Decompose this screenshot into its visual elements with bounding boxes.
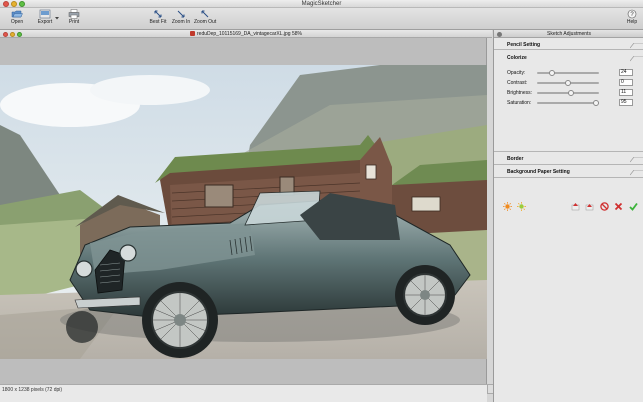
panel-title: Sketch Adjustments	[547, 31, 591, 37]
help-icon: ?	[627, 9, 637, 19]
zoom-in-button[interactable]: Zoom In	[171, 9, 191, 26]
saturation-value-field[interactable]: 95	[619, 99, 633, 106]
zoom-out-icon	[201, 10, 209, 18]
print-icon	[68, 9, 80, 19]
border-section[interactable]: Border	[494, 153, 643, 165]
document-title: reduDep_10115169_DA_vintagecarXL.jpg 58%	[197, 31, 302, 37]
apply-checkmark-icon[interactable]	[629, 202, 638, 211]
saturation-label: Saturation:	[507, 100, 532, 106]
export-button[interactable]: Export	[36, 9, 54, 26]
brightness-label: Brightness:	[507, 90, 533, 96]
document-file-icon	[190, 31, 195, 37]
border-title[interactable]: Border	[507, 156, 523, 162]
saturation-slider[interactable]	[537, 100, 599, 106]
redo-icon[interactable]	[585, 202, 594, 211]
open-icon	[11, 10, 23, 18]
window-title: MagicSketcher	[301, 1, 342, 7]
zoom-out-label: Zoom Out	[194, 19, 217, 25]
export-label: Export	[37, 19, 53, 25]
best-fit-icon	[154, 10, 162, 18]
sketch-adjustments-panel: Sketch Adjustments Pencil Setting Colori…	[493, 30, 643, 402]
brightness-slider[interactable]	[537, 90, 599, 96]
image-size-status: 1800 x 1238 pixels (72 dpi)	[2, 387, 63, 393]
title-bar: MagicSketcher	[0, 0, 643, 8]
export-menu-chevron-icon[interactable]	[55, 16, 59, 20]
colorize-section: Colorize Opacity: 24 Contrast: 0 Brightn…	[494, 52, 643, 152]
zoom-in-icon	[177, 10, 185, 18]
opacity-slider[interactable]	[537, 70, 599, 76]
undo-icon[interactable]	[571, 202, 580, 211]
print-label: Print	[68, 19, 80, 25]
zoom-out-button[interactable]: Zoom Out	[194, 9, 216, 26]
print-button[interactable]: Print	[65, 9, 83, 26]
zoom-in-label: Zoom In	[171, 19, 191, 25]
background-paper-section[interactable]: Background Paper Setting	[494, 166, 643, 178]
section-tab-icon	[630, 56, 643, 62]
section-tab-icon	[630, 157, 643, 163]
best-fit-label: Best Fit	[149, 19, 167, 25]
cancel-x-icon[interactable]	[614, 202, 623, 211]
export-icon	[39, 9, 51, 19]
help-button[interactable]: ? Help	[624, 9, 640, 26]
contrast-label: Contrast:	[507, 80, 528, 86]
reset-icon[interactable]	[600, 202, 609, 211]
help-label: Help	[626, 19, 638, 25]
colorize-title[interactable]: Colorize	[507, 55, 527, 61]
canvas-area[interactable]	[0, 38, 487, 384]
opacity-control: Opacity: 24	[507, 69, 642, 77]
saturation-control: Saturation: 95	[507, 99, 642, 107]
opacity-value-field[interactable]: 24	[619, 69, 633, 76]
panel-header: Sketch Adjustments	[494, 30, 643, 38]
toolbar: Open Export Print Best Fit Zoom In Zoom …	[0, 8, 643, 30]
front-wheel-icon	[142, 282, 218, 358]
best-fit-button[interactable]: Best Fit	[148, 9, 168, 26]
section-tab-icon	[630, 170, 643, 176]
open-label: Open	[10, 19, 24, 25]
open-button[interactable]: Open	[8, 9, 26, 26]
randomize-sun-icon[interactable]	[503, 202, 512, 211]
contrast-value-field[interactable]: 0	[619, 79, 633, 86]
contrast-control: Contrast: 0	[507, 79, 642, 87]
section-tab-icon	[630, 43, 643, 49]
opacity-label: Opacity:	[507, 70, 526, 76]
document-title-bar: reduDep_10115169_DA_vintagecarXL.jpg 58%	[0, 30, 492, 38]
contrast-slider-knob[interactable]	[565, 80, 571, 86]
pencil-setting-section[interactable]: Pencil Setting	[494, 39, 643, 50]
saturation-slider-knob[interactable]	[592, 100, 599, 106]
sketch-preview-image[interactable]	[0, 65, 487, 359]
opacity-slider-knob[interactable]	[548, 70, 555, 76]
randomize-color-icon[interactable]	[517, 202, 526, 211]
panel-action-bar	[494, 202, 643, 214]
brightness-control: Brightness: 11	[507, 89, 642, 97]
brightness-slider-knob[interactable]	[568, 90, 575, 96]
status-bar: 1800 x 1238 pixels (72 dpi)	[0, 384, 487, 402]
rear-wheel-icon	[395, 265, 455, 325]
background-paper-title[interactable]: Background Paper Setting	[507, 169, 570, 175]
brightness-value-field[interactable]: 11	[619, 89, 633, 96]
contrast-slider[interactable]	[537, 80, 599, 86]
app-window: MagicSketcher Open Export Print Best Fit…	[0, 0, 643, 402]
pencil-setting-title[interactable]: Pencil Setting	[507, 42, 540, 48]
